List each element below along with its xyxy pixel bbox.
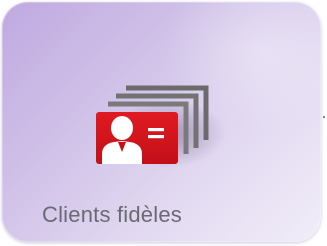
stacked-cards-graphic xyxy=(96,85,226,168)
card-line-1 xyxy=(148,128,164,132)
client-cards-icon xyxy=(88,82,228,172)
card-line-2 xyxy=(148,135,164,139)
loyal-clients-tile[interactable]: Clients fidèles xyxy=(2,2,321,242)
separator-dot xyxy=(323,116,325,118)
tile-label: Clients fidèles xyxy=(42,202,182,227)
canvas: Clients fidèles xyxy=(0,0,327,246)
